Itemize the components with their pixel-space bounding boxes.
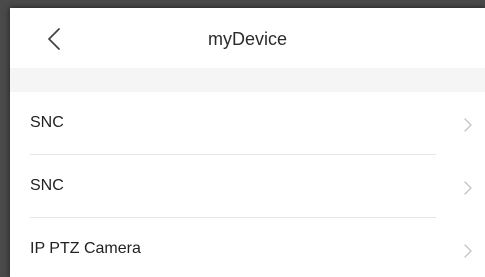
nav-header: myDevice [10, 8, 485, 68]
device-item-snc-2[interactable]: SNC [10, 155, 485, 218]
device-label: SNC [30, 177, 64, 194]
device-label: SNC [30, 114, 64, 131]
page-title: myDevice [207, 29, 287, 49]
device-label: IP PTZ Camera [30, 240, 141, 257]
chevron-right-icon [464, 244, 472, 258]
device-list: SNC SNC IP PTZ Camera [10, 92, 485, 277]
device-item-ip-ptz-camera[interactable]: IP PTZ Camera [10, 218, 485, 277]
app-screen: myDevice SNC SNC IP PTZ Camera [10, 8, 485, 277]
chevron-right-icon [464, 181, 472, 195]
device-item-snc-1[interactable]: SNC [10, 92, 485, 155]
chevron-right-icon [464, 118, 472, 132]
section-spacer [10, 68, 485, 92]
